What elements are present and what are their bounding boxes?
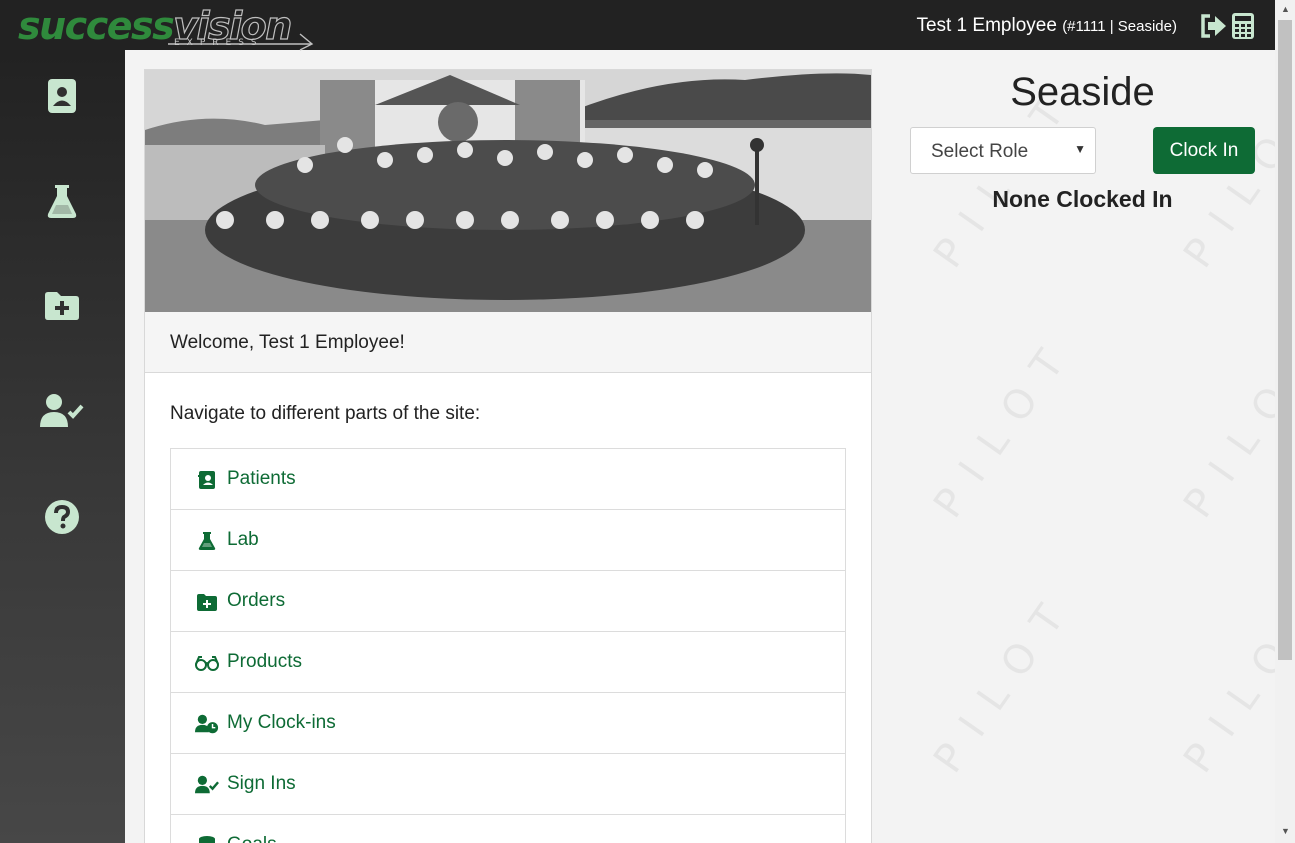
folder-plus-icon xyxy=(195,591,219,613)
nav-item-label: Orders xyxy=(227,590,286,611)
scroll-down-icon[interactable]: ▼ xyxy=(1281,826,1290,836)
role-select[interactable]: Select Role ▼ xyxy=(910,127,1096,174)
database-icon xyxy=(195,835,219,843)
nav-item-label: Sign Ins xyxy=(227,773,296,794)
role-select-value: Select Role xyxy=(931,141,1029,162)
nav-item-label: Goals xyxy=(227,834,277,843)
scrollbar-thumb[interactable] xyxy=(1278,20,1292,660)
glasses-icon xyxy=(195,652,219,674)
user-name: Test 1 Employee xyxy=(916,15,1057,36)
nav-list: Patients Lab Orders Products My Clock-in… xyxy=(170,448,846,843)
card-header: Welcome, Test 1 Employee! xyxy=(145,312,871,373)
question-circle-icon xyxy=(45,500,79,534)
nav-item-label: My Clock-ins xyxy=(227,712,336,733)
chevron-down-icon: ▼ xyxy=(1074,142,1086,156)
top-bar: successvision EXPRESS Test 1 Employee (#… xyxy=(0,0,1275,51)
nav-item-goals[interactable]: Goals xyxy=(171,815,845,843)
nav-item-sign-ins[interactable]: Sign Ins xyxy=(171,754,845,815)
welcome-message: Welcome, Test 1 Employee! xyxy=(170,332,405,353)
sidebar-item-sign-ins[interactable] xyxy=(40,389,84,433)
store-title: Seaside xyxy=(1010,70,1155,114)
sidebar-item-lab[interactable] xyxy=(40,179,84,223)
folder-plus-icon xyxy=(45,292,79,320)
user-check-icon xyxy=(195,774,219,796)
logout-icon[interactable] xyxy=(1199,12,1227,40)
team-photo xyxy=(145,70,871,312)
clock-in-button[interactable]: Clock In xyxy=(1153,127,1255,174)
clock-status: None Clocked In xyxy=(992,186,1173,212)
flask-icon xyxy=(47,185,77,218)
current-user: Test 1 Employee (#1111 | Seaside) xyxy=(916,14,1177,39)
welcome-card: Welcome, Test 1 Employee! Navigate to di… xyxy=(144,69,872,843)
nav-caption: Navigate to different parts of the site: xyxy=(170,403,481,424)
nav-item-lab[interactable]: Lab xyxy=(171,510,845,571)
flask-icon xyxy=(195,530,219,552)
team-photo-image xyxy=(145,70,871,312)
nav-item-label: Patients xyxy=(227,468,296,489)
logo-subtitle: EXPRESS xyxy=(174,38,264,48)
nav-item-label: Lab xyxy=(227,529,259,550)
user-clock-icon xyxy=(195,713,219,735)
scroll-up-icon[interactable]: ▲ xyxy=(1281,4,1290,14)
nav-item-my-clock-ins[interactable]: My Clock-ins xyxy=(171,693,845,754)
successvision-logo[interactable]: successvision EXPRESS xyxy=(16,3,316,51)
sidebar-item-help[interactable] xyxy=(40,495,84,539)
page-scrollbar[interactable]: ▲ ▼ xyxy=(1275,0,1295,843)
address-book-icon xyxy=(195,469,219,491)
nav-item-patients[interactable]: Patients xyxy=(171,449,845,510)
user-meta: (#1111 | Seaside) xyxy=(1062,18,1177,35)
pilot-watermark: PILOT xyxy=(925,580,1085,782)
nav-item-label: Products xyxy=(227,651,302,672)
nav-item-products[interactable]: Products xyxy=(171,632,845,693)
sidebar-item-orders[interactable] xyxy=(40,284,84,328)
address-book-icon xyxy=(48,79,76,113)
sidebar xyxy=(0,50,125,843)
sidebar-item-patients[interactable] xyxy=(40,74,84,118)
pilot-watermark: PILOT xyxy=(925,325,1085,527)
user-check-icon xyxy=(40,394,84,427)
calculator-icon[interactable] xyxy=(1231,12,1259,40)
nav-item-orders[interactable]: Orders xyxy=(171,571,845,632)
